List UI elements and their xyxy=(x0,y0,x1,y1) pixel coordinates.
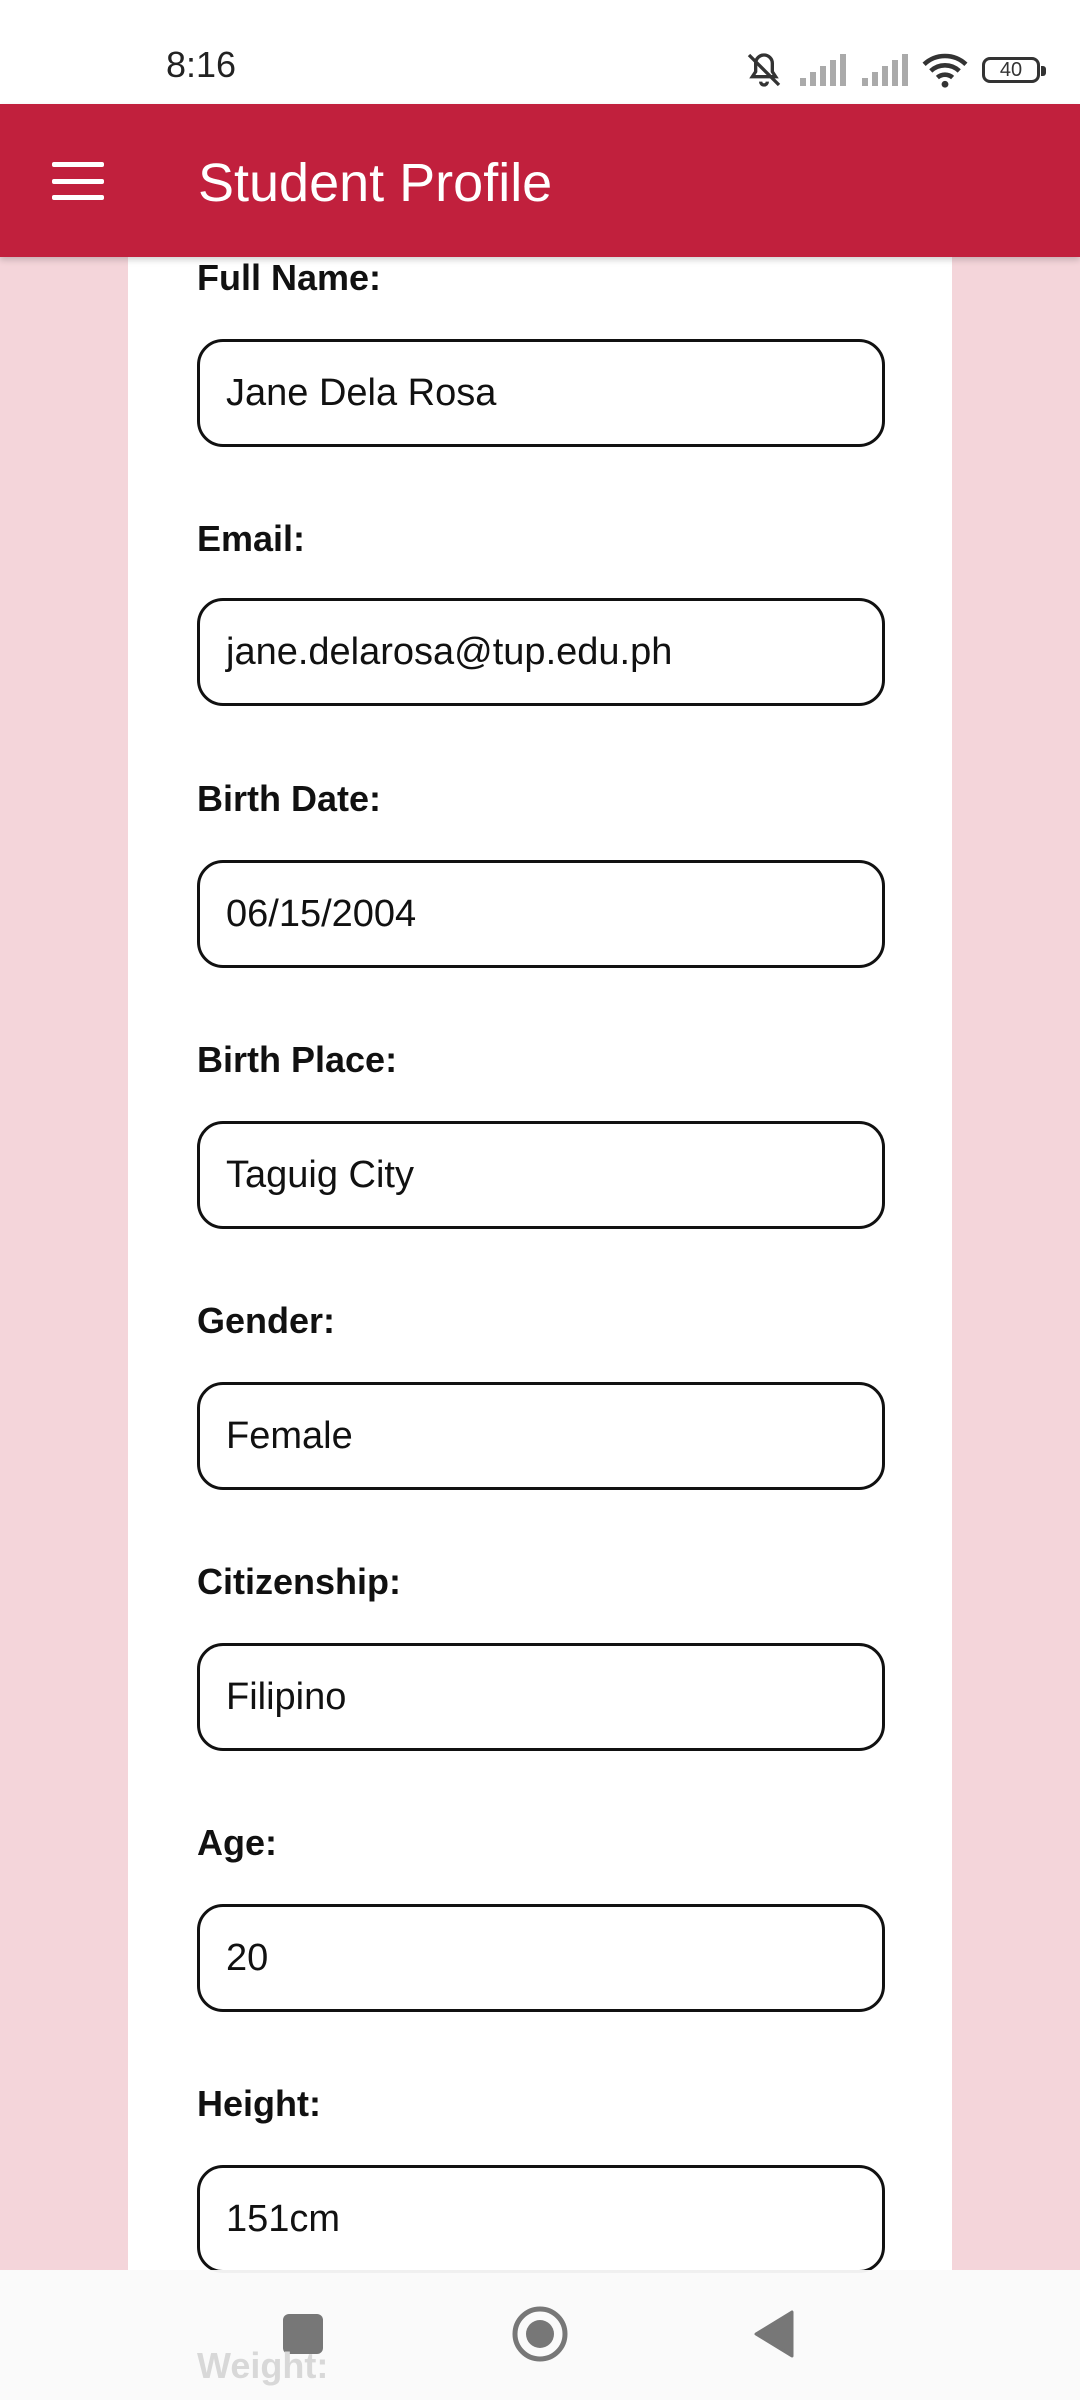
field-label: Email: xyxy=(197,518,306,559)
system-nav-bar xyxy=(0,2270,1080,2400)
field-label: Full Name: xyxy=(197,257,382,298)
profile-card: Full Name: Jane Dela Rosa Email: jane.de… xyxy=(128,257,952,2400)
page-title: Student Profile xyxy=(198,153,553,213)
app-bar: Student Profile xyxy=(0,104,1080,257)
bell-off-icon xyxy=(747,53,781,87)
email-input[interactable]: jane.delarosa@tup.edu.ph xyxy=(197,598,885,706)
battery-icon: 40 xyxy=(982,57,1046,83)
field-label: Gender: xyxy=(197,1300,336,1341)
field-age: Age: 20 xyxy=(197,1822,885,2012)
field-birth-date: Birth Date: 06/15/2004 xyxy=(197,778,885,968)
birth-place-input[interactable]: Taguig City xyxy=(197,1121,885,1229)
circle-icon[interactable] xyxy=(512,2306,568,2362)
triangle-back-icon[interactable] xyxy=(752,2310,794,2358)
gender-input[interactable]: Female xyxy=(197,1382,885,1490)
field-label: Birth Place: xyxy=(197,1039,398,1080)
age-input[interactable]: 20 xyxy=(197,1904,885,2012)
full-name-input[interactable]: Jane Dela Rosa xyxy=(197,339,885,447)
field-label: Height: xyxy=(197,2083,321,2124)
field-citizenship: Citizenship: Filipino xyxy=(197,1561,885,1751)
field-height: Height: 151cm xyxy=(197,2083,885,2273)
status-bar: 8:16 40 xyxy=(0,0,1080,104)
signal-icon xyxy=(800,54,846,86)
status-icons: 40 xyxy=(744,46,1046,94)
field-label-weight: Weight: xyxy=(197,2345,329,2386)
field-email: Email: jane.delarosa@tup.edu.ph xyxy=(197,518,885,706)
status-time: 8:16 xyxy=(166,44,237,85)
birth-date-input[interactable]: 06/15/2004 xyxy=(197,860,885,968)
wifi-icon xyxy=(922,53,968,88)
battery-level: 40 xyxy=(999,58,1023,81)
menu-icon[interactable] xyxy=(52,162,104,200)
field-label: Citizenship: xyxy=(197,1561,401,1602)
field-full-name: Full Name: Jane Dela Rosa xyxy=(197,257,885,447)
height-input[interactable]: 151cm xyxy=(197,2165,885,2273)
field-label: Birth Date: xyxy=(197,778,382,819)
signal-icon xyxy=(862,54,908,86)
field-birth-place: Birth Place: Taguig City xyxy=(197,1039,885,1229)
field-gender: Gender: Female xyxy=(197,1300,885,1490)
citizenship-input[interactable]: Filipino xyxy=(197,1643,885,1751)
field-label: Age: xyxy=(197,1822,277,1863)
